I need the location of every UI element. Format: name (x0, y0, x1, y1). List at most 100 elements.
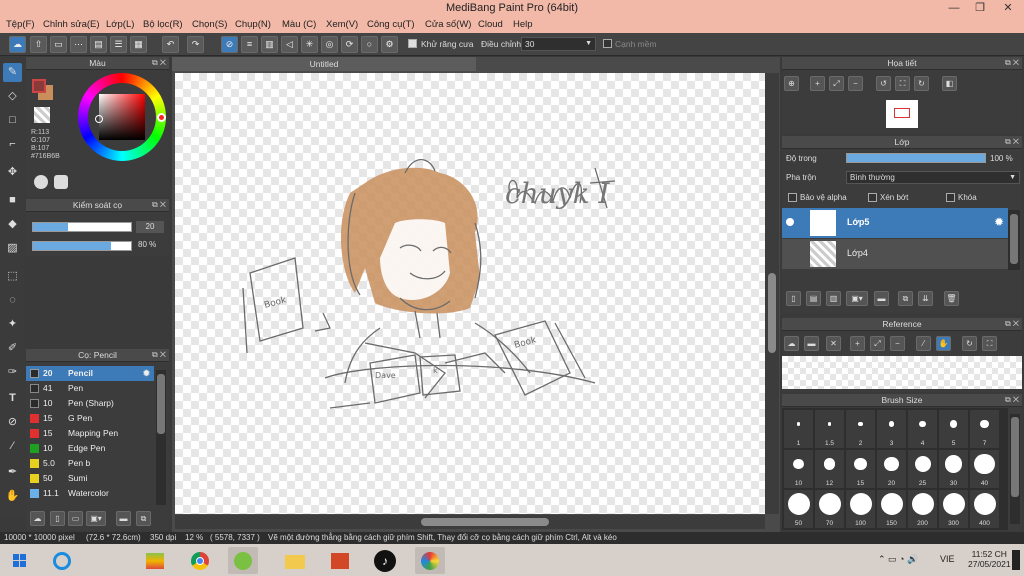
brush-size-cell[interactable]: 20 (877, 450, 906, 488)
parallel-snap-icon[interactable]: ≡ (241, 36, 258, 53)
brush-size-cell[interactable]: 100 (846, 490, 875, 528)
new-layer-icon[interactable]: ▯ (786, 291, 801, 306)
minimize-button[interactable]: — (940, 0, 968, 17)
new-halftone-layer-icon[interactable]: ▤ (806, 291, 821, 306)
canvas-tab[interactable]: Untitled (172, 57, 476, 71)
snap-off-icon[interactable]: ⊘ (221, 36, 238, 53)
tiktok-icon[interactable]: ♪ (370, 547, 400, 574)
layer-item[interactable]: Lớp5 ✹ (782, 208, 1008, 238)
new-8bit-layer-icon[interactable]: ▥ (826, 291, 841, 306)
document-icon[interactable]: ▤ (90, 36, 107, 53)
hue-wheel[interactable] (78, 73, 166, 161)
menu-color[interactable]: Màu (C) (282, 19, 316, 30)
opacity-slider[interactable] (32, 241, 132, 251)
brush-size-cell[interactable]: 40 (970, 450, 999, 488)
chrome-icon[interactable] (185, 547, 215, 574)
vertical-scrollbar[interactable] (765, 73, 779, 514)
brush-size-cell[interactable]: 25 (908, 450, 937, 488)
new-brush-icon[interactable]: ▯ (50, 511, 65, 526)
eye-icon[interactable] (786, 218, 794, 226)
brush-size-cell[interactable]: 1 (784, 410, 813, 448)
close-icon[interactable]: ✕ (826, 336, 841, 351)
maximize-button[interactable]: ❐ (966, 0, 994, 17)
cloud-icon[interactable]: ☁ (784, 336, 799, 351)
layer-scrollbar[interactable] (1008, 210, 1020, 270)
antialias-checkbox[interactable] (408, 39, 417, 48)
brush-item[interactable]: 41 Pen (26, 381, 154, 396)
rotate-right-icon[interactable]: ↻ (914, 76, 929, 91)
brush-size-cell[interactable]: 1.5 (815, 410, 844, 448)
eraser-tool-icon[interactable]: ◇ (3, 87, 22, 106)
menu-tools[interactable]: Công cụ(T) (367, 19, 415, 30)
add-layer-icon[interactable]: ▣▾ (846, 291, 868, 306)
panel-controls-icon[interactable]: ⧉ ✕ (1005, 137, 1019, 147)
sv-cursor[interactable] (95, 115, 103, 123)
menu-file[interactable]: Tệp(F) (6, 19, 35, 30)
protect-alpha-checkbox[interactable] (788, 193, 797, 202)
move-tool-icon[interactable]: ✥ (3, 163, 22, 182)
open-icon[interactable]: ▬ (804, 336, 819, 351)
panel-controls-icon[interactable]: ⧉ ✕ (1005, 319, 1019, 329)
brush-item[interactable]: 10 Edge Pen (26, 441, 154, 456)
grid-snap-icon[interactable]: ▥ (261, 36, 278, 53)
navigator-thumbnail[interactable] (886, 100, 918, 128)
duplicate-icon[interactable]: ⧉ (136, 511, 151, 526)
menu-view[interactable]: Xem(V) (326, 19, 358, 30)
blend-select[interactable]: Bình thường ▼ (846, 171, 1020, 184)
menu-select[interactable]: Chọn(S) (192, 19, 227, 30)
windows-start-icon[interactable] (5, 547, 35, 574)
brush-size-cell[interactable]: 2 (846, 410, 875, 448)
eyedropper-icon[interactable]: ⁄ (916, 336, 931, 351)
select-tool-icon[interactable]: ⬚ (3, 267, 22, 286)
flip-icon[interactable]: ◧ (942, 76, 957, 91)
actual-size-icon[interactable]: ⛶ (895, 76, 910, 91)
brush-size-cell[interactable]: 400 (970, 490, 999, 528)
brush-size-cell[interactable]: 10 (784, 450, 813, 488)
select-eraser-icon[interactable]: ✑ (3, 363, 22, 382)
language-indicator[interactable]: VIE (940, 554, 955, 564)
cloud-brush-icon[interactable]: ☁ (30, 511, 45, 526)
size-slider[interactable] (32, 222, 132, 232)
actual-size-icon[interactable]: ⛶ (982, 336, 997, 351)
app-icon[interactable] (228, 547, 258, 574)
internet-explorer-icon[interactable] (47, 547, 77, 574)
fit-icon[interactable]: ⤢ (870, 336, 885, 351)
gear-icon[interactable]: ✹ (994, 215, 1004, 229)
reference-canvas[interactable] (782, 356, 1022, 389)
fit-icon[interactable]: ⤢ (829, 76, 844, 91)
menu-layer[interactable]: Lớp(L) (106, 19, 134, 30)
rectangle-tool-icon[interactable]: □ (3, 111, 22, 130)
brush-item[interactable]: 5.0 Pen b (26, 456, 154, 471)
zoom-out-icon[interactable]: − (848, 76, 863, 91)
brush-size-scrollbar[interactable] (1010, 414, 1020, 524)
gradient-tool-icon[interactable]: ▨ (3, 239, 22, 258)
brush-size-cell[interactable]: 70 (815, 490, 844, 528)
clock[interactable]: 11:52 CH 27/05/2021 (968, 549, 1011, 569)
menu-cloud[interactable]: Cloud (478, 19, 503, 30)
brush-size-cell[interactable]: 300 (939, 490, 968, 528)
notification-icon[interactable] (1012, 550, 1020, 570)
upload-icon[interactable]: ⇧ (30, 36, 47, 53)
bluestacks-icon[interactable] (140, 547, 170, 574)
brush-size-cell[interactable]: 30 (939, 450, 968, 488)
divide-tool-icon[interactable]: ⊘ (3, 413, 22, 432)
brush-size-cell[interactable]: 150 (877, 490, 906, 528)
perspective-snap-icon[interactable]: ◁ (281, 36, 298, 53)
list-icon[interactable]: ☰ (110, 36, 127, 53)
ellipse-snap-icon[interactable]: ○ (361, 36, 378, 53)
merge-layer-icon[interactable]: ⇊ (918, 291, 933, 306)
menu-filter[interactable]: Bộ lọc(R) (143, 19, 183, 30)
brush-size-cell[interactable]: 3 (877, 410, 906, 448)
lasso-tool-icon[interactable]: ◌ (3, 291, 22, 310)
palette-icon[interactable] (34, 175, 48, 189)
layer-opacity-slider[interactable] (846, 153, 986, 163)
menu-edit[interactable]: Chỉnh sửa(E) (43, 19, 100, 30)
select-pen-icon[interactable]: ✐ (3, 339, 22, 358)
panel-controls-icon[interactable]: ⧉ ✕ (1005, 395, 1019, 405)
brush-item[interactable]: 11.1 Watercolor (26, 486, 154, 501)
brush-size-cell[interactable]: 50 (784, 490, 813, 528)
dot-tool-icon[interactable]: ⌐ (3, 135, 22, 154)
powerpoint-icon[interactable] (325, 547, 355, 574)
hand-icon[interactable]: ✋ (936, 336, 951, 351)
brush-size-cell[interactable]: 5 (939, 410, 968, 448)
